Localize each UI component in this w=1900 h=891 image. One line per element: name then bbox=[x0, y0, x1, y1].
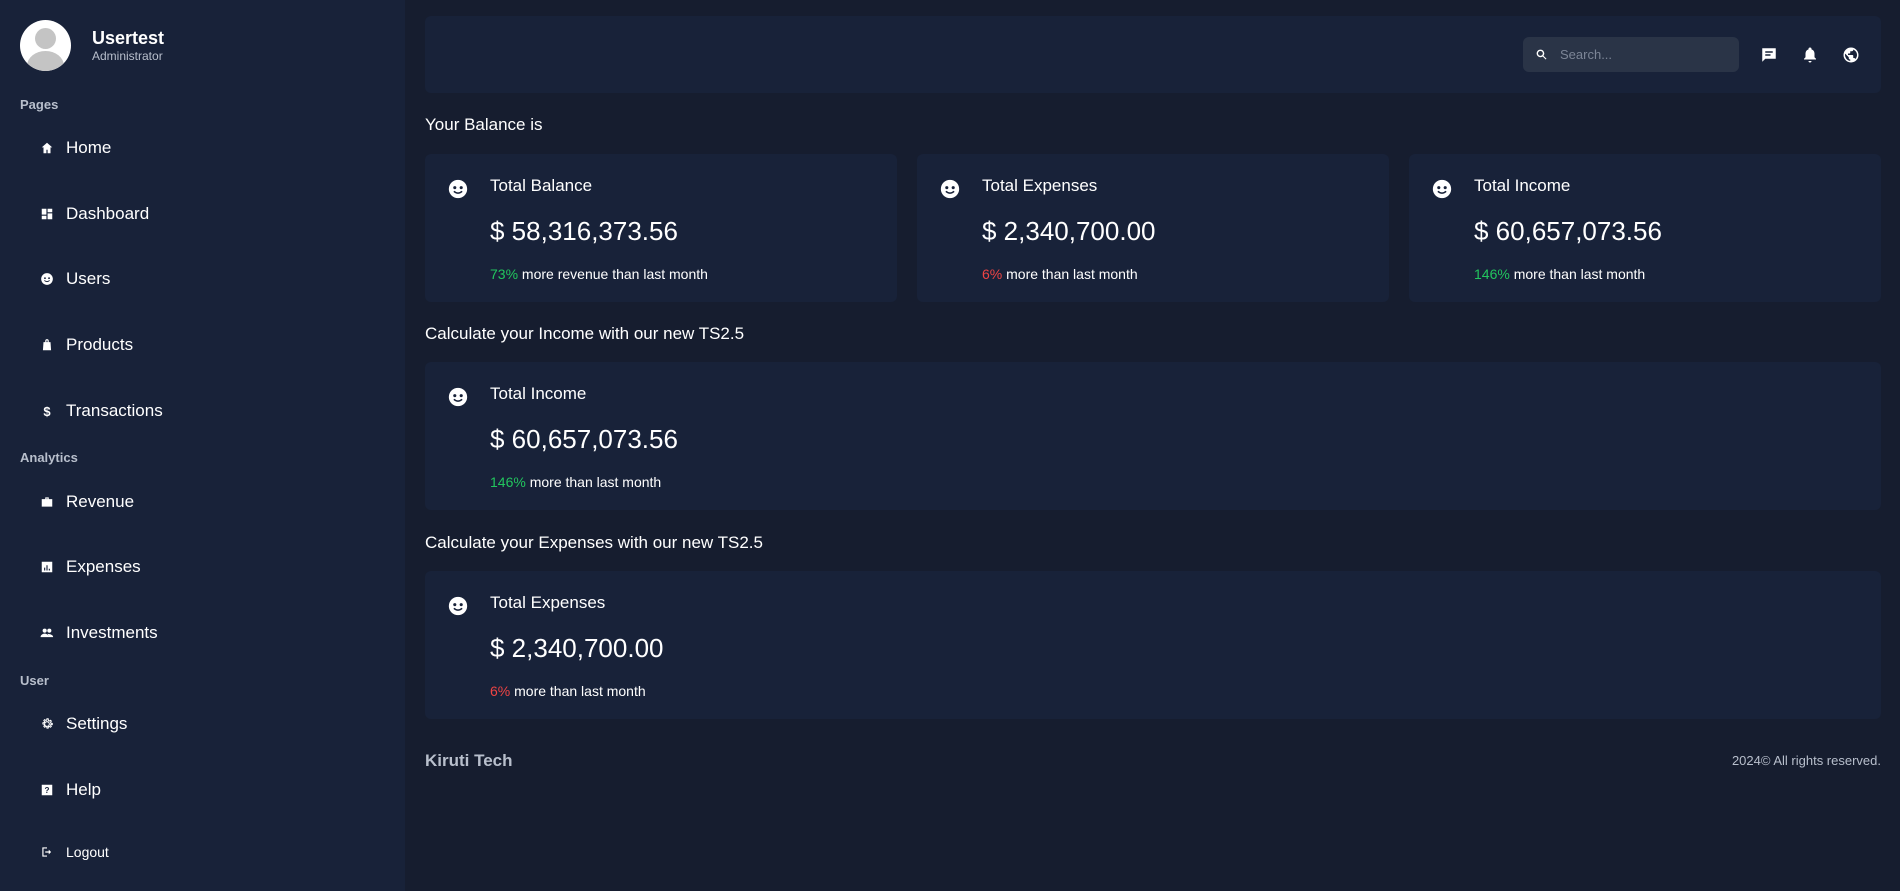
bag-icon bbox=[40, 338, 54, 352]
profile-name: Usertest bbox=[92, 27, 165, 48]
note-text: more revenue than last month bbox=[518, 266, 708, 282]
footer-brand: Kiruti Tech bbox=[425, 751, 513, 770]
face-icon bbox=[939, 178, 961, 200]
section-label-analytics: Analytics bbox=[20, 450, 78, 465]
search-box[interactable] bbox=[1523, 37, 1739, 72]
search-input[interactable] bbox=[1560, 47, 1730, 62]
card-value: $ 60,657,073.56 bbox=[1474, 216, 1662, 246]
face-icon bbox=[447, 386, 469, 408]
sidebar-item-label: Expenses bbox=[66, 557, 141, 576]
sidebar-item-investments[interactable]: Investments bbox=[40, 621, 158, 645]
sidebar-item-label: Transactions bbox=[66, 401, 163, 420]
face-icon bbox=[447, 595, 469, 617]
card-title: Total Balance bbox=[490, 176, 593, 195]
gear-icon bbox=[40, 717, 54, 731]
percent-change: 6% bbox=[490, 683, 511, 699]
sidebar-item-help[interactable]: ? Help bbox=[40, 778, 101, 802]
sidebar-item-label: Users bbox=[66, 269, 111, 288]
sidebar-item-label: Home bbox=[66, 138, 112, 157]
briefcase-icon bbox=[40, 495, 54, 509]
sidebar-item-products[interactable]: Products bbox=[40, 333, 133, 357]
card-value: $ 2,340,700.00 bbox=[490, 633, 664, 663]
footer-copyright: 2024© All rights reserved. bbox=[1731, 753, 1881, 768]
expenses-calculator-card: Total Expenses $ 2,340,700.00 6% more th… bbox=[425, 571, 1881, 719]
search-icon bbox=[1536, 49, 1547, 60]
total-balance-card: Total Balance $ 58,316,373.56 73% more r… bbox=[425, 154, 897, 302]
help-icon: ? bbox=[40, 783, 54, 797]
card-note: 73% more revenue than last month bbox=[490, 266, 708, 282]
balance-heading: Your Balance is bbox=[425, 115, 543, 134]
sidebar: Usertest Administrator Pages Home Dashbo… bbox=[0, 0, 405, 891]
sidebar-item-users[interactable]: Users bbox=[40, 267, 110, 291]
percent-change: 146% bbox=[490, 474, 526, 490]
face-icon bbox=[40, 272, 54, 286]
face-icon bbox=[447, 178, 469, 200]
percent-change: 6% bbox=[982, 266, 1003, 282]
expenses-heading: Calculate your Expenses with our new TS2… bbox=[425, 533, 763, 552]
user-profile[interactable]: Usertest Administrator bbox=[20, 20, 164, 71]
logout-icon bbox=[40, 845, 54, 859]
sidebar-item-revenue[interactable]: Revenue bbox=[40, 490, 134, 514]
card-title: Total Expenses bbox=[982, 176, 1098, 195]
sidebar-item-label: Revenue bbox=[66, 492, 135, 511]
note-text: more than last month bbox=[1509, 266, 1646, 282]
sidebar-item-label: Investments bbox=[66, 623, 158, 642]
card-value: $ 60,657,073.56 bbox=[490, 424, 678, 454]
percent-change: 73% bbox=[490, 266, 519, 282]
total-income-card: Total Income $ 60,657,073.56 146% more t… bbox=[1409, 154, 1881, 302]
messages-icon[interactable] bbox=[1759, 45, 1779, 65]
card-title: Total Income bbox=[490, 384, 587, 403]
globe-icon[interactable] bbox=[1841, 45, 1861, 65]
sidebar-item-settings[interactable]: Settings bbox=[40, 712, 127, 736]
sidebar-item-expenses[interactable]: Expenses bbox=[40, 555, 141, 579]
income-heading: Calculate your Income with our new TS2.5 bbox=[425, 324, 745, 343]
section-label-user: User bbox=[20, 673, 49, 688]
profile-role: Administrator bbox=[92, 48, 163, 63]
sidebar-item-label: Settings bbox=[66, 714, 128, 733]
card-title: Total Expenses bbox=[490, 593, 606, 612]
section-label-pages: Pages bbox=[20, 97, 59, 112]
avatar bbox=[20, 20, 71, 71]
bell-icon[interactable] bbox=[1800, 45, 1820, 65]
card-note: 146% more than last month bbox=[1474, 266, 1645, 282]
dashboard-icon bbox=[40, 207, 54, 221]
sidebar-item-label: Help bbox=[66, 780, 101, 799]
sidebar-item-dashboard[interactable]: Dashboard bbox=[40, 202, 149, 226]
sidebar-item-label: Products bbox=[66, 335, 134, 354]
card-note: 146% more than last month bbox=[490, 474, 661, 490]
dollar-icon: $ bbox=[43, 403, 51, 419]
total-expenses-card: Total Expenses $ 2,340,700.00 6% more th… bbox=[917, 154, 1389, 302]
chart-icon bbox=[40, 560, 54, 574]
logout-button[interactable]: Logout bbox=[40, 840, 109, 864]
people-icon bbox=[40, 626, 54, 640]
logout-label: Logout bbox=[66, 844, 109, 860]
income-calculator-card: Total Income $ 60,657,073.56 146% more t… bbox=[425, 362, 1881, 510]
sidebar-item-transactions[interactable]: $ Transactions bbox=[40, 399, 163, 423]
sidebar-item-label: Dashboard bbox=[66, 204, 150, 223]
note-text: more than last month bbox=[1002, 266, 1138, 282]
card-value: $ 58,316,373.56 bbox=[490, 216, 678, 246]
card-note: 6% more than last month bbox=[490, 683, 646, 699]
top-bar bbox=[425, 16, 1881, 93]
home-icon bbox=[40, 141, 54, 155]
percent-change: 146% bbox=[1474, 266, 1510, 282]
note-text: more than last month bbox=[510, 683, 646, 699]
card-note: 6% more than last month bbox=[982, 266, 1138, 282]
face-icon bbox=[1431, 178, 1453, 200]
sidebar-item-home[interactable]: Home bbox=[40, 136, 111, 160]
card-value: $ 2,340,700.00 bbox=[982, 216, 1156, 246]
svg-text:?: ? bbox=[45, 786, 50, 795]
note-text: more than last month bbox=[525, 474, 662, 490]
card-title: Total Income bbox=[1474, 176, 1571, 195]
